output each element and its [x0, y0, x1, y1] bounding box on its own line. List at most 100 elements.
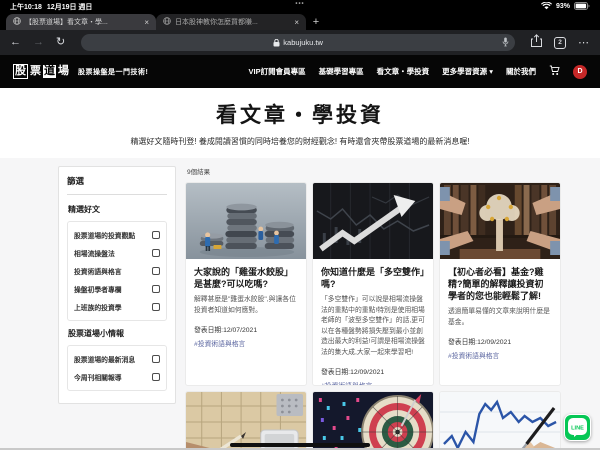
logo-char: 道: [43, 65, 56, 78]
nav-item-about[interactable]: 關於我們: [506, 66, 536, 77]
results-section: 9個結果 大家說的「雞蛋水餃股」是甚麼?可以吃嗎? 解釋甚麼是"雞蛋水餃股",與…: [185, 166, 600, 450]
filter-option[interactable]: 今周刊相關報導: [74, 372, 160, 382]
article-thumbnail-dartboard: [313, 392, 433, 450]
filter-group-heading: 精選好文: [68, 205, 100, 214]
forward-button: →: [33, 36, 44, 48]
svg-text:LINE: LINE: [571, 426, 584, 432]
menu-icon[interactable]: ⋯: [578, 36, 590, 49]
page-subtitle: 精選好文隨時刊登! 養成閱讀習慣的同時培養您的財經觀念! 有時還會夾帶股票道場的…: [130, 137, 470, 146]
logo-char: 場: [58, 65, 69, 77]
article-thumbnail-money-tree: [440, 183, 560, 259]
line-chat-button[interactable]: LINE: [564, 414, 591, 441]
filter-option[interactable]: 股票道場的最新消息: [74, 354, 160, 364]
results-count: 9個結果: [187, 169, 211, 176]
tab-other-site[interactable]: 日本股神教你怎麼買都賺... ×: [156, 14, 306, 30]
filter-group: 股票道場的最新消息 今周刊相關報導: [67, 345, 167, 391]
battery-icon: [574, 1, 590, 12]
article-title: 【初心者必看】基金?雞精?簡單的解釋讓投資初學者的您也能輕鬆了解!: [448, 267, 544, 302]
reload-button[interactable]: ↻: [56, 37, 65, 48]
user-avatar[interactable]: D: [573, 64, 587, 79]
article-date: 發表日期:12/09/2021: [448, 339, 512, 347]
nav-item-articles[interactable]: 看文章・學投資: [377, 66, 430, 77]
mic-icon[interactable]: [502, 37, 509, 49]
checkbox[interactable]: [152, 355, 160, 363]
filter-option[interactable]: 操盤初學者專欄: [74, 284, 160, 294]
filter-label: 股票道場的最新消息: [74, 357, 136, 364]
tab-title: 日本股神教你怎麼買都賺...: [175, 19, 258, 26]
tab-kabujuku[interactable]: 【股票道場】看文章・學... ×: [6, 14, 156, 30]
date: 12月19日 週日: [46, 3, 93, 11]
address-bar[interactable]: kabujuku.tw: [81, 34, 515, 51]
site-tagline: 股票操盤是一門技術!: [78, 68, 149, 76]
home-indicator[interactable]: [230, 443, 370, 447]
nav-item-more-resources[interactable]: 更多學習資源 ▾: [442, 66, 493, 77]
article-description: 透過簡單易懂的文章來說明什麼是基金。: [448, 308, 550, 326]
nav-item-vip[interactable]: VIP訂閱會員專區: [249, 66, 306, 77]
filter-option[interactable]: 投資術語與格言: [74, 266, 160, 276]
filter-option[interactable]: 股票道場的投資觀點: [74, 230, 160, 240]
filter-option[interactable]: 上班族的投資學: [74, 302, 160, 312]
filter-group-heading: 股票道場小情報: [68, 329, 124, 338]
article-description: 「多空雙作」可以說是相場流操盤法的重點中的重點!特別是使用相場老師的「波型多空雙…: [321, 296, 425, 356]
lock-icon: [273, 38, 280, 47]
filter-label: 上班族的投資學: [74, 305, 122, 312]
article-description: 解釋甚麼是"雞蛋水餃股",與讓各位投資者知道如何應對。: [194, 296, 296, 314]
multitask-indicator: •••: [295, 1, 305, 7]
battery-percent: 93%: [555, 3, 570, 10]
page-title: 看文章・學投資: [216, 104, 384, 127]
status-bar: 上午10:18 12月19日 週日 ••• 93%: [0, 0, 600, 13]
article-card[interactable]: [185, 391, 307, 450]
globe-icon: [163, 17, 171, 27]
checkbox[interactable]: [152, 285, 160, 293]
back-button[interactable]: ←: [10, 37, 21, 48]
article-title: 你知道什麼是「多空雙作」嗎?: [321, 267, 425, 290]
ipad-screen: 上午10:18 12月19日 週日 ••• 93% 【股票道場】看文章・學...…: [0, 0, 600, 450]
article-date: 發表日期:12/07/2021: [194, 327, 258, 335]
line-icon: LINE: [568, 418, 587, 437]
article-card[interactable]: [439, 391, 561, 450]
cart-icon[interactable]: [549, 65, 560, 78]
browser-toolbar: ← → ↻ kabujuku.tw 2 ⋯: [0, 30, 600, 55]
filter-label: 今周刊相關報導: [74, 375, 122, 382]
article-thumbnail-calendar: [186, 392, 306, 450]
checkbox[interactable]: [152, 267, 160, 275]
article-tag-link[interactable]: #投資術語與格言: [448, 350, 552, 360]
url-text: kabujuku.tw: [283, 38, 323, 47]
checkbox[interactable]: [152, 231, 160, 239]
site-logo[interactable]: 股 票 道 場: [13, 64, 70, 79]
article-thumbnail-blue-chart: [440, 392, 560, 450]
filter-label: 操盤初學者專欄: [74, 287, 122, 294]
filter-label: 投資術語與格言: [74, 269, 122, 276]
filter-label: 股票道場的投資觀點: [74, 233, 136, 240]
filter-option[interactable]: 相場流操盤法: [74, 248, 160, 258]
filter-label: 相場流操盤法: [74, 251, 115, 258]
filter-title: 篩選: [67, 175, 167, 195]
checkbox[interactable]: [152, 249, 160, 257]
close-icon[interactable]: ×: [144, 18, 149, 27]
article-thumbnail-coins: [186, 183, 306, 259]
article-card[interactable]: 【初心者必看】基金?雞精?簡單的解釋讓投資初學者的您也能輕鬆了解! 透過簡單易懂…: [439, 182, 561, 386]
globe-icon: [13, 17, 21, 27]
article-tag-link[interactable]: #投資術語與格言: [321, 380, 425, 385]
nav-item-basics[interactable]: 基礎學習專區: [319, 66, 364, 77]
checkbox[interactable]: [152, 303, 160, 311]
share-icon[interactable]: [531, 33, 542, 52]
article-tag-link[interactable]: #投資術語與格言: [194, 338, 298, 348]
clock: 上午10:18: [10, 3, 42, 11]
article-card[interactable]: [312, 391, 434, 450]
new-tab-button[interactable]: +: [306, 14, 326, 30]
article-card[interactable]: 你知道什麼是「多空雙作」嗎? 「多空雙作」可以說是相場流操盤法的重點中的重點!特…: [312, 182, 434, 386]
close-icon[interactable]: ×: [294, 18, 299, 27]
logo-char: 股: [13, 64, 28, 79]
site-header: 股 票 道 場 股票操盤是一門技術! VIP訂閱會員專區 基礎學習專區 看文章・…: [0, 55, 600, 88]
wifi-icon: [540, 1, 552, 12]
checkbox[interactable]: [152, 373, 160, 381]
browser-tab-strip: 【股票道場】看文章・學... × 日本股神教你怎麼買都賺... × +: [0, 13, 600, 30]
page-body: 看文章・學投資 精選好文隨時刊登! 養成閱讀習慣的同時培養您的財經觀念! 有時還…: [0, 88, 600, 450]
tab-switcher-button[interactable]: 2: [554, 36, 566, 49]
article-card[interactable]: 大家說的「雞蛋水餃股」是甚麼?可以吃嗎? 解釋甚麼是"雞蛋水餃股",與讓各位投資…: [185, 182, 307, 386]
filter-sidebar: 篩選 精選好文 股票道場的投資觀點 相場流操盤法 投資術語與格言 操盤初學者專欄…: [58, 166, 176, 404]
site-nav: VIP訂閱會員專區 基礎學習專區 看文章・學投資 更多學習資源 ▾ 關於我們 D: [249, 64, 587, 79]
logo-char: 票: [30, 65, 41, 77]
articles-grid: 大家說的「雞蛋水餃股」是甚麼?可以吃嗎? 解釋甚麼是"雞蛋水餃股",與讓各位投資…: [185, 182, 600, 450]
